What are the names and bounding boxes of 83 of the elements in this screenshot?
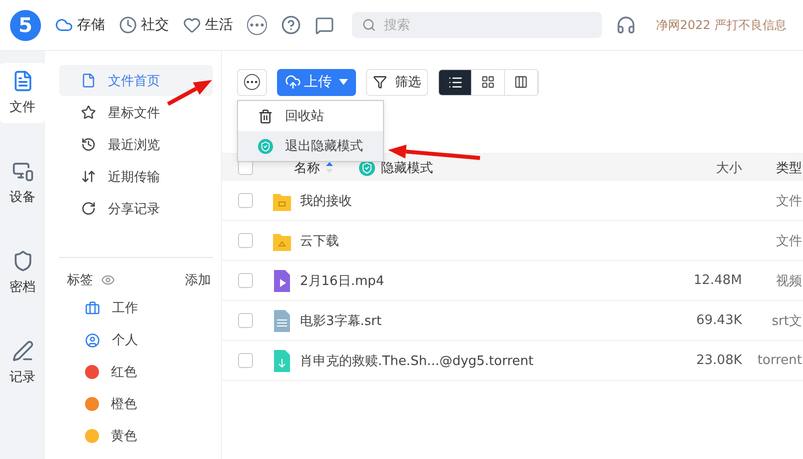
- cloud-icon: [55, 16, 73, 34]
- help-icon: [281, 15, 301, 35]
- pointer-arrow: [167, 80, 212, 106]
- tag-label[interactable]: 黄色: [111, 427, 137, 445]
- column-header[interactable]: 名称: [294, 158, 320, 176]
- search-field[interactable]: 搜索: [352, 12, 602, 38]
- checkbox[interactable]: [238, 273, 253, 288]
- tag-label[interactable]: 工作: [112, 299, 138, 317]
- file-name: 我的接收: [300, 192, 352, 210]
- columns-icon: [514, 75, 528, 89]
- rail-tab[interactable]: 记录: [0, 333, 45, 393]
- message-button[interactable]: [315, 16, 334, 34]
- shield-icon: [258, 138, 273, 154]
- list-view-button[interactable]: [439, 70, 472, 94]
- clock-icon: [119, 16, 137, 34]
- add-link[interactable]: 添加: [185, 271, 211, 289]
- sidebar-item[interactable]: 近期传输: [59, 161, 213, 192]
- file-name: 云下载: [300, 232, 339, 250]
- section-title: 标签: [67, 272, 93, 289]
- filter-button[interactable]: 筛选: [366, 68, 428, 96]
- refresh-icon: [81, 201, 96, 216]
- history-icon: [81, 137, 96, 152]
- grid-icon: [481, 75, 495, 89]
- menu-item[interactable]: 退出隐藏模式: [238, 131, 383, 161]
- tag-label[interactable]: 红色: [111, 363, 137, 381]
- caret-icon: [339, 79, 348, 85]
- heart-icon: [183, 16, 201, 34]
- briefcase-icon: [85, 300, 100, 316]
- sort-icon: [326, 162, 333, 173]
- text-file-icon: [272, 310, 292, 332]
- column-header[interactable]: 大小: [662, 158, 742, 176]
- file-icon: [81, 73, 96, 88]
- more-icon: [244, 74, 260, 90]
- upload-icon: [285, 74, 301, 90]
- file-name: 2月16日.mp4: [300, 272, 384, 290]
- tag-label[interactable]: 个人: [112, 331, 138, 349]
- sidebar-item[interactable]: 星标文件: [59, 97, 213, 128]
- eye-icon: [101, 273, 115, 287]
- file-size: 23.08K: [695, 353, 742, 368]
- nav-tab[interactable]: 存储: [55, 16, 105, 34]
- file-type: 文件: [775, 232, 802, 250]
- rail-tab[interactable]: 设备: [0, 153, 45, 213]
- transfer-icon: [81, 169, 96, 184]
- file-size: 12.48M: [692, 273, 742, 288]
- sidebar-item[interactable]: 分享记录: [59, 193, 213, 224]
- headphones-icon: [616, 15, 636, 35]
- hidden-mode-label: 隐藏模式: [381, 160, 433, 176]
- checkbox[interactable]: [238, 313, 253, 328]
- checkbox[interactable]: [238, 193, 253, 208]
- upload-button[interactable]: 上传: [277, 68, 356, 96]
- pen-icon: [12, 340, 34, 362]
- tag-label[interactable]: 橙色: [111, 395, 137, 413]
- app-logo: 5: [10, 10, 41, 40]
- sidebar-item[interactable]: 文件首页: [59, 65, 213, 96]
- checkbox[interactable]: [238, 233, 253, 248]
- devices-icon: [12, 160, 34, 182]
- star-icon: [81, 105, 96, 120]
- column-header[interactable]: 类型: [742, 158, 802, 176]
- nav-tab[interactable]: 生活: [183, 16, 233, 34]
- file-type: 文件: [775, 192, 802, 210]
- torrent-file-icon: [272, 350, 292, 372]
- file-type: 视频: [775, 272, 802, 290]
- nav-tab[interactable]: 社交: [119, 16, 169, 34]
- video-file-icon: [272, 270, 292, 292]
- file-name: 电影3字幕.srt: [300, 312, 382, 330]
- trash-icon: [258, 108, 273, 124]
- user-icon: [85, 332, 100, 348]
- more-button[interactable]: [247, 15, 267, 35]
- filter-icon: [373, 75, 387, 89]
- checkbox[interactable]: [238, 353, 253, 368]
- help-button[interactable]: [281, 15, 301, 35]
- rail-tab[interactable]: 密档: [0, 243, 45, 303]
- message-icon: [315, 16, 334, 34]
- file-type: torrent: [756, 353, 802, 368]
- file-size: 69.43K: [695, 313, 742, 328]
- sidebar-item[interactable]: 最近浏览: [59, 129, 213, 160]
- more-icon: [247, 15, 267, 35]
- rail-tab[interactable]: 文件: [0, 63, 45, 123]
- list-icon: [448, 74, 462, 90]
- search-icon: [362, 18, 376, 32]
- file-type: srt文: [770, 312, 802, 330]
- menu-item[interactable]: 回收站: [238, 101, 383, 131]
- file-name: 肖申克的救赎.The.Sh...@dyg5.torrent: [300, 352, 534, 370]
